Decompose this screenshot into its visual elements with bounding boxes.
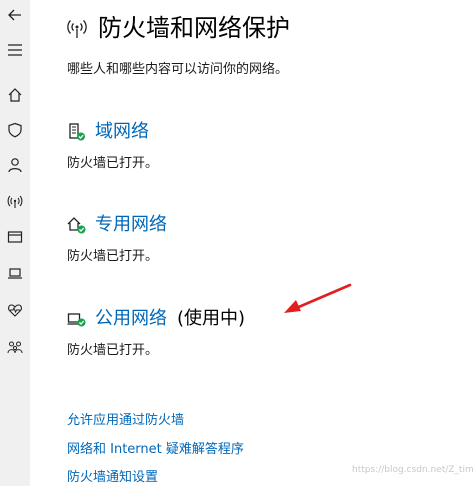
sidebar-item-account-protection[interactable] [0,150,30,180]
page-header: 防火墙和网络保护 [66,13,290,43]
private-network-section: 专用网络 防火墙已打开。 [67,213,167,264]
back-button[interactable] [0,0,30,30]
home-icon [8,88,22,102]
back-arrow-icon [8,9,21,21]
sidebar-item-app-browser-control[interactable] [0,222,30,252]
sidebar-item-firewall[interactable] [0,186,30,216]
page-title: 防火墙和网络保护 [98,14,290,42]
in-use-label: (使用中) [177,308,246,329]
hamburger-menu-icon [8,44,22,56]
browser-window-icon [7,231,23,243]
page-subtitle: 哪些人和哪些内容可以访问你的网络。 [67,62,289,77]
menu-button[interactable] [0,35,30,65]
sidebar-item-device-security[interactable] [0,258,30,288]
sidebar [0,0,30,486]
main-content: 防火墙和网络保护 哪些人和哪些内容可以访问你的网络。 域网络 防火墙已打开。 专… [30,0,474,486]
heart-pulse-icon [8,304,22,317]
sidebar-item-family-options[interactable] [0,332,30,362]
public-network-icon [67,309,87,329]
public-network-link[interactable]: 公用网络 [95,307,167,331]
private-network-link[interactable]: 专用网络 [95,213,167,237]
watermark: https://blog.csdn.net/Z_timer [352,465,474,475]
shield-icon [8,122,22,138]
firewall-notification-settings-link[interactable]: 防火墙通知设置 [67,466,158,485]
family-icon [7,341,23,354]
private-network-icon [67,215,87,235]
network-troubleshooter-link[interactable]: 网络和 Internet 疑难解答程序 [67,438,244,457]
domain-network-header: 域网络 [67,120,158,144]
public-network-header: 公用网络 (使用中) [67,307,245,331]
annotation-arrow-icon [284,283,352,313]
domain-network-icon [67,122,87,142]
person-icon [8,158,22,173]
sidebar-item-virus-protection[interactable] [0,115,30,145]
sidebar-item-home[interactable] [0,80,30,110]
public-network-section: 公用网络 (使用中) 防火墙已打开。 [67,307,245,358]
domain-network-link[interactable]: 域网络 [95,120,149,144]
wifi-signal-icon [67,20,87,38]
domain-network-status: 防火墙已打开。 [67,156,159,171]
laptop-icon [8,268,22,279]
windows-security-window: 防火墙和网络保护 哪些人和哪些内容可以访问你的网络。 域网络 防火墙已打开。 专… [0,0,474,486]
private-network-status: 防火墙已打开。 [67,249,159,264]
private-network-header: 专用网络 [67,213,167,237]
sidebar-item-device-health[interactable] [0,295,30,325]
allow-app-through-firewall-link[interactable]: 允许应用通过防火墙 [67,409,184,428]
domain-network-section: 域网络 防火墙已打开。 [67,120,158,171]
wifi-signal-icon [7,195,23,208]
public-network-status: 防火墙已打开。 [67,343,159,358]
